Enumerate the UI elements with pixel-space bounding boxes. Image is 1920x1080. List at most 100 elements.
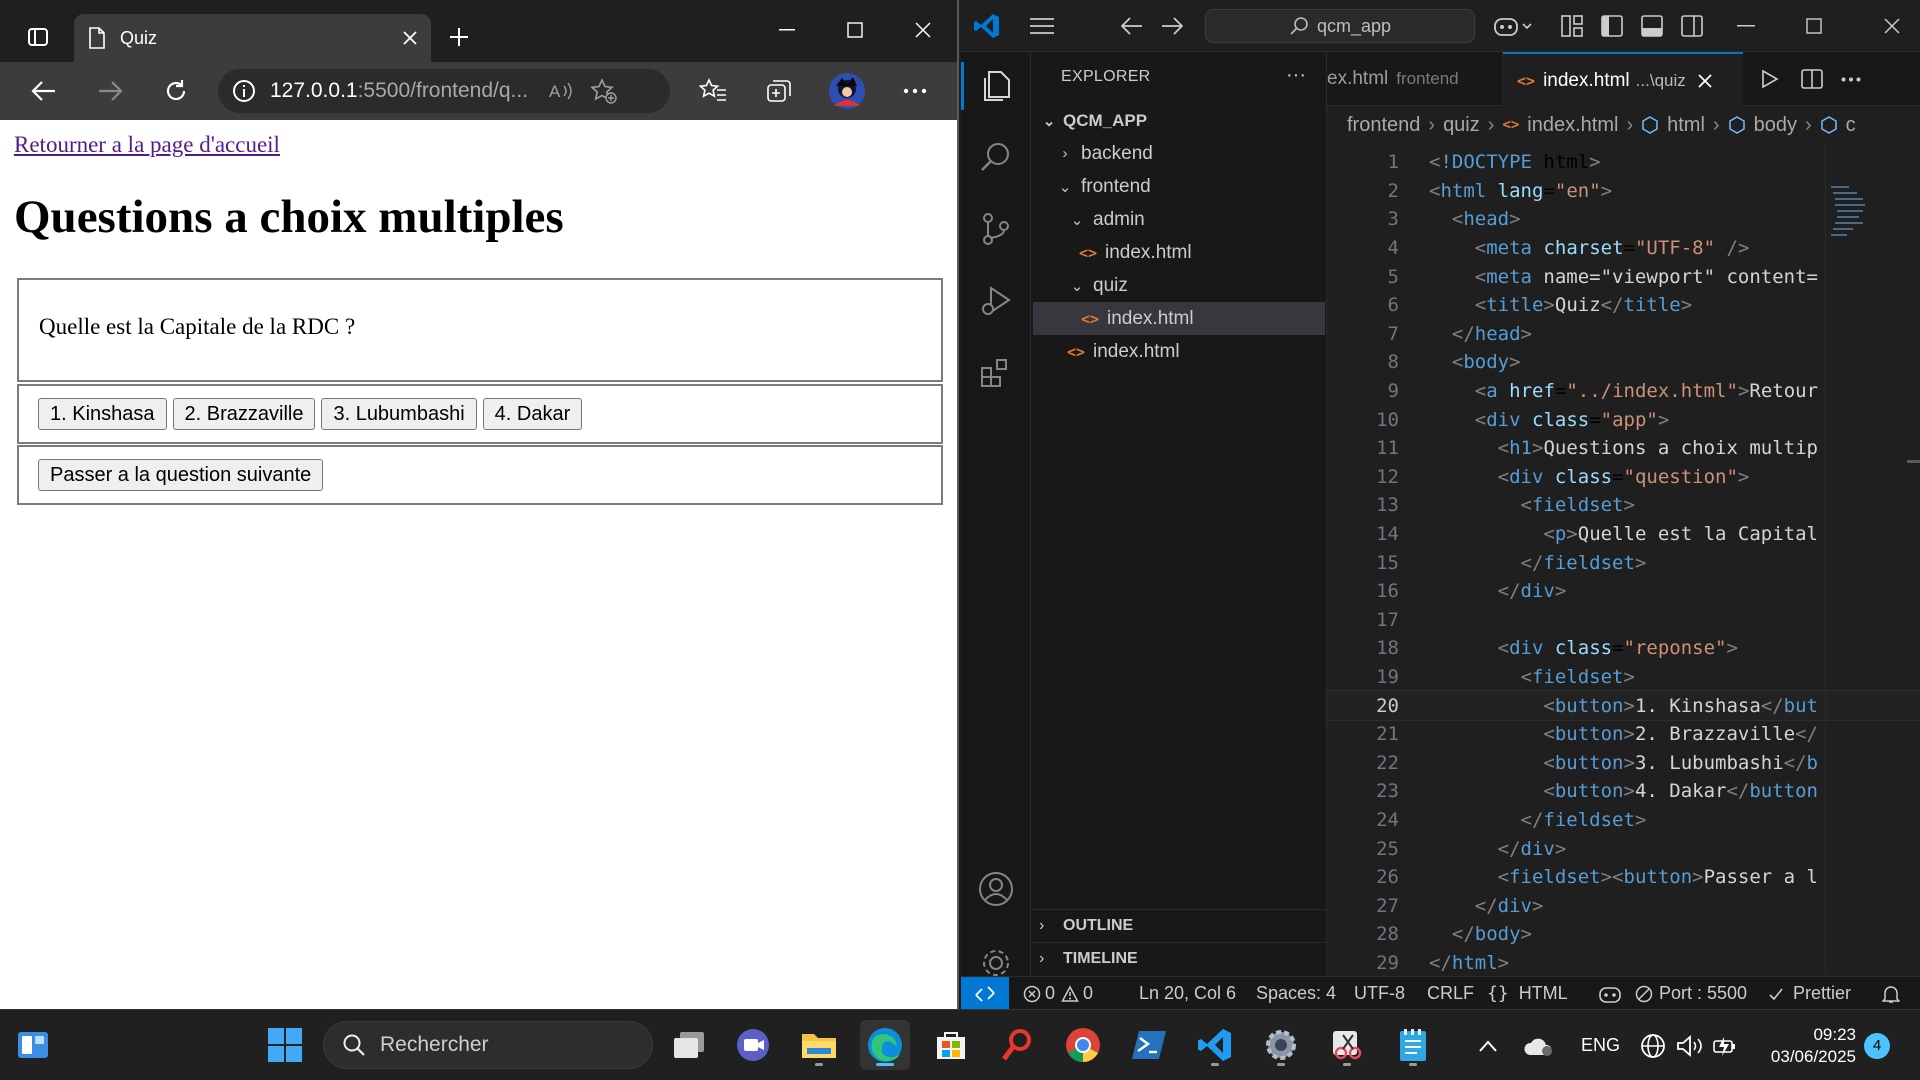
answer-button-4[interactable]: 4. Dakar: [482, 398, 583, 430]
answer-button-1[interactable]: 1. Kinshasa: [38, 398, 167, 430]
breadcrumb-item[interactable]: quiz: [1443, 114, 1480, 137]
tree-item-quiz-index[interactable]: <> index.html: [1033, 302, 1325, 335]
answer-button-3[interactable]: 3. Lubumbashi: [321, 398, 477, 430]
next-question-button[interactable]: Passer a la question suivante: [38, 459, 324, 491]
info-icon[interactable]: [232, 79, 256, 103]
tree-item-frontend[interactable]: ⌄ frontend: [1031, 170, 1327, 203]
more-actions-icon[interactable]: [1841, 77, 1861, 82]
language-indicator[interactable]: ENG: [1581, 1010, 1620, 1080]
tree-item-admin[interactable]: ⌄ admin: [1031, 203, 1327, 236]
teams-button[interactable]: [728, 1020, 778, 1070]
explorer-button[interactable]: [973, 63, 1019, 109]
minimize-icon[interactable]: [1737, 25, 1755, 27]
volume-button[interactable]: [1676, 1010, 1704, 1080]
code-line[interactable]: 10 <div class="app">: [1327, 405, 1920, 434]
code-line[interactable]: 27 </div>: [1327, 892, 1920, 921]
network-button[interactable]: [1640, 1010, 1666, 1080]
indentation[interactable]: Spaces: 4: [1256, 977, 1336, 1010]
edge-button[interactable]: [860, 1020, 910, 1070]
settings-more-button[interactable]: [895, 71, 935, 111]
search-app-button[interactable]: [992, 1020, 1042, 1070]
maximize-button[interactable]: [827, 10, 883, 50]
language-mode[interactable]: {} HTML: [1487, 977, 1568, 1010]
remote-indicator[interactable]: [961, 977, 1009, 1010]
code-line[interactable]: 14 <p>Quelle est la Capital: [1327, 520, 1920, 549]
live-server-port[interactable]: Port : 5500: [1635, 977, 1747, 1010]
start-button[interactable]: [260, 1020, 310, 1070]
home-link[interactable]: Retourner a la page d'accueil: [14, 132, 280, 158]
notepad-button[interactable]: [1388, 1020, 1438, 1070]
tree-item-backend[interactable]: › backend: [1031, 137, 1327, 170]
code-line[interactable]: 20 <button>1. Kinshasa</but: [1327, 690, 1920, 721]
show-hidden-icons-button[interactable]: [1478, 1010, 1498, 1080]
battery-button[interactable]: [1712, 1010, 1740, 1080]
task-view-button[interactable]: [664, 1020, 714, 1070]
taskbar-search[interactable]: Rechercher: [323, 1021, 653, 1069]
cursor-position[interactable]: Ln 20, Col 6: [1139, 977, 1236, 1010]
code-line[interactable]: 26 <fieldset><button>Passer a l: [1327, 863, 1920, 892]
run-icon[interactable]: [1761, 69, 1779, 89]
onedrive-button[interactable]: [1522, 1010, 1554, 1080]
code-line[interactable]: 5 <meta name="viewport" content=: [1327, 262, 1920, 291]
store-button[interactable]: [926, 1020, 976, 1070]
command-center-search[interactable]: qcm_app: [1205, 9, 1475, 43]
read-aloud-icon[interactable]: A: [548, 80, 574, 102]
forward-button[interactable]: [90, 71, 130, 111]
problems-indicator[interactable]: 0 0: [1023, 977, 1093, 1010]
toggle-panel-icon[interactable]: [1641, 15, 1663, 37]
extensions-button[interactable]: [973, 350, 1019, 396]
code-line[interactable]: 13 <fieldset>: [1327, 491, 1920, 520]
toggle-sidebar-icon[interactable]: [1601, 15, 1623, 37]
editor-tab-active[interactable]: <> index.html ...\quiz: [1503, 52, 1743, 107]
code-line[interactable]: 24 </fieldset>: [1327, 806, 1920, 835]
refresh-button[interactable]: [156, 71, 196, 111]
close-tab-icon[interactable]: [1698, 73, 1712, 88]
code-line[interactable]: 15 </fieldset>: [1327, 548, 1920, 577]
editor-tab-inactive[interactable]: ex.html frontend: [1327, 52, 1503, 106]
explorer-more-button[interactable]: ···: [1286, 64, 1306, 87]
code-editor[interactable]: 1 <!DOCTYPE html> 2 <html lang="en"> 3 <head…: [1327, 144, 1920, 974]
browser-tab-quiz[interactable]: Quiz: [74, 14, 431, 62]
copilot-status[interactable]: [1598, 977, 1622, 1010]
close-window-button[interactable]: [895, 10, 951, 50]
accounts-button[interactable]: [973, 866, 1019, 912]
breadcrumb-item[interactable]: body: [1754, 114, 1797, 137]
powershell-button[interactable]: [1124, 1020, 1174, 1070]
code-line[interactable]: 16 </div>: [1327, 577, 1920, 606]
minimap[interactable]: [1827, 182, 1867, 242]
clock[interactable]: 09:23 03/06/2025: [1760, 1010, 1856, 1080]
maximize-icon[interactable]: [1806, 18, 1822, 34]
customize-layout-icon[interactable]: [1561, 15, 1583, 37]
code-line[interactable]: 23 <button>4. Dakar</button: [1327, 777, 1920, 806]
breadcrumb-item[interactable]: frontend: [1347, 114, 1420, 137]
settings-button[interactable]: [1256, 1020, 1306, 1070]
answer-button-2[interactable]: 2. Brazzaville: [172, 398, 316, 430]
file-explorer-button[interactable]: [794, 1020, 844, 1070]
encoding[interactable]: UTF-8: [1354, 977, 1405, 1010]
source-control-button[interactable]: [973, 206, 1019, 252]
code-line[interactable]: 12 <div class="question">: [1327, 463, 1920, 492]
tree-item-quiz[interactable]: ⌄ quiz: [1031, 269, 1327, 302]
timeline-section[interactable]: › TIMELINE: [1031, 942, 1327, 975]
menu-icon[interactable]: [1029, 16, 1055, 36]
back-button[interactable]: [24, 71, 64, 111]
address-bar[interactable]: 127.0.0.1:5500/frontend/q... A: [218, 69, 670, 113]
split-editor-icon[interactable]: [1801, 69, 1823, 89]
end-of-line[interactable]: CRLF: [1427, 977, 1474, 1010]
code-line[interactable]: 22 <button>3. Lubumbashi</b: [1327, 749, 1920, 778]
scrollbar-thumb[interactable]: [1907, 460, 1920, 463]
outline-section[interactable]: › OUTLINE: [1031, 909, 1327, 942]
arrow-right-icon[interactable]: [1161, 16, 1183, 36]
code-line[interactable]: 19 <fieldset>: [1327, 663, 1920, 692]
tree-item-admin-index[interactable]: <> index.html: [1031, 236, 1327, 269]
code-line[interactable]: 7 </head>: [1327, 320, 1920, 349]
code-line[interactable]: 17: [1327, 606, 1920, 635]
widgets-button[interactable]: [8, 1020, 58, 1070]
code-line[interactable]: 18 <div class="reponse">: [1327, 634, 1920, 663]
toggle-secondary-sidebar-icon[interactable]: [1681, 15, 1703, 37]
breadcrumb-item[interactable]: c: [1846, 114, 1856, 137]
close-icon[interactable]: [1884, 18, 1900, 34]
code-line[interactable]: 6 <title>Quiz</title>: [1327, 291, 1920, 320]
code-line[interactable]: 21 <button>2. Brazzaville</: [1327, 720, 1920, 749]
add-favorite-icon[interactable]: [590, 78, 618, 104]
